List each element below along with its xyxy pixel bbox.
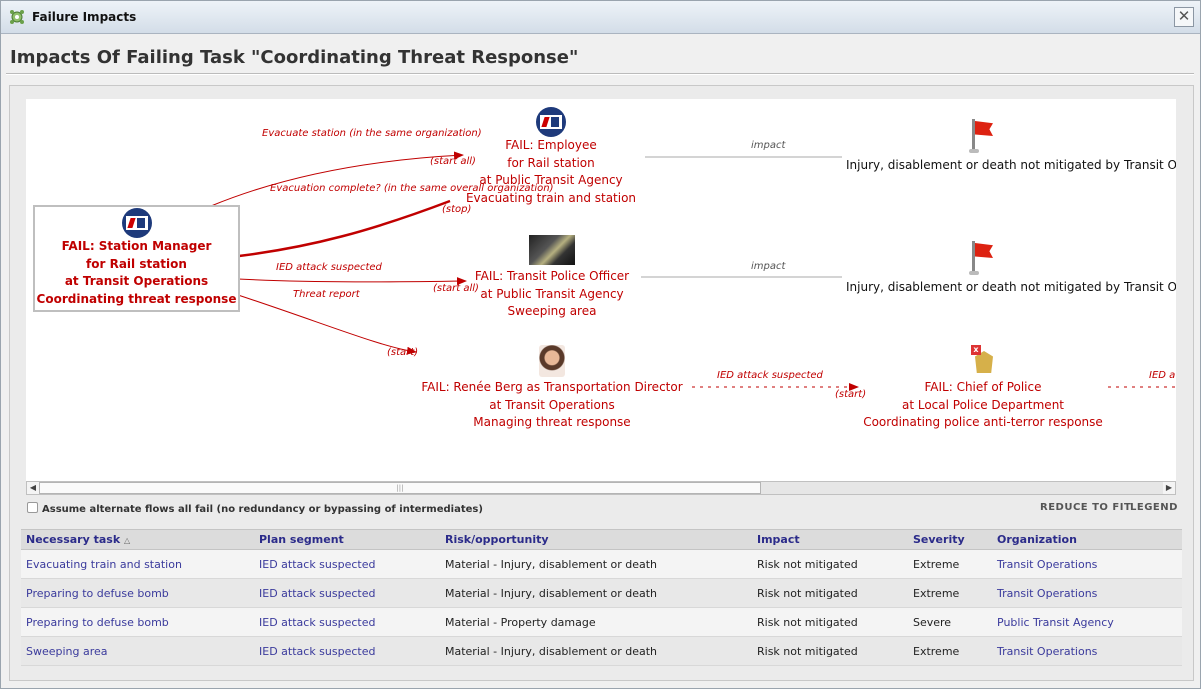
impact-label-2: impact [751, 261, 786, 272]
impact-diagram[interactable]: Evacuate station (in the same organizati… [26, 99, 1176, 481]
impacts-table: Necessary task △ Plan segment Risk/oppor… [21, 529, 1182, 666]
table-row[interactable]: Evacuating train and station IED attack … [21, 549, 1182, 579]
harm-node-2[interactable]: Injury, disablement or death not mitigat… [846, 241, 1176, 296]
column-header-severity[interactable]: Severity [908, 529, 992, 550]
red-flag-icon [969, 241, 995, 275]
edge-label-evacuate-station: Evacuate station (in the same organizati… [262, 128, 482, 139]
police-photo-icon [529, 235, 575, 265]
impact-cell: Risk not mitigated [752, 549, 908, 579]
app-icon [10, 10, 24, 24]
red-flag-icon [969, 119, 995, 153]
severity-cell: Severe [908, 607, 992, 637]
table-row[interactable]: Preparing to defuse bomb IED attack susp… [21, 607, 1182, 637]
column-header-risk-opportunity[interactable]: Risk/opportunity [440, 529, 752, 550]
edge-threat-report [237, 294, 417, 355]
task-link[interactable]: Evacuating train and station [21, 549, 254, 579]
legend-button[interactable]: LEGEND [1130, 502, 1178, 513]
table-row[interactable]: Preparing to defuse bomb IED attack susp… [21, 578, 1182, 608]
organization-link[interactable]: Transit Operations [992, 549, 1182, 579]
police-badge-icon: x [971, 345, 995, 375]
column-header-plan-segment[interactable]: Plan segment [254, 529, 440, 550]
scroll-left-icon[interactable]: ◀ [27, 482, 39, 494]
alternate-flows-label: Assume alternate flows all fail (no redu… [42, 504, 483, 515]
transit-logo-icon [536, 107, 566, 137]
plan-segment-link[interactable]: IED attack suspected [254, 607, 440, 637]
page-title: Impacts Of Failing Task "Coordinating Th… [10, 47, 579, 68]
window-title: Failure Impacts [32, 10, 137, 24]
impact-cell: Risk not mitigated [752, 636, 908, 666]
close-button[interactable]: ✕ [1174, 7, 1194, 27]
edge-ied-attack [237, 277, 467, 286]
edge-evacuation-complete [229, 199, 451, 262]
task-link[interactable]: Preparing to defuse bomb [21, 607, 254, 637]
severity-cell: Extreme [908, 636, 992, 666]
column-header-necessary-task[interactable]: Necessary task △ [21, 529, 254, 550]
diagram-horizontal-scrollbar[interactable]: ◀ ||| ▶ [26, 481, 1176, 495]
title-bar[interactable]: Failure Impacts ✕ [1, 1, 1200, 34]
edge-label-ied-attack-3: IED a [1149, 370, 1176, 381]
node-transit-police-officer[interactable]: FAIL: Transit Police Officer at Public T… [456, 235, 648, 321]
risk-cell: Material - Injury, disablement or death [440, 636, 752, 666]
organization-link[interactable]: Transit Operations [992, 636, 1182, 666]
risk-cell: Material - Injury, disablement or death [440, 549, 752, 579]
impact-label-1: impact [751, 140, 786, 151]
plan-segment-link[interactable]: IED attack suspected [254, 578, 440, 608]
task-link[interactable]: Sweeping area [21, 636, 254, 666]
risk-cell: Material - Property damage [440, 607, 752, 637]
edge-label-ied-attack: IED attack suspected [276, 262, 382, 273]
organization-link[interactable]: Public Transit Agency [992, 607, 1182, 637]
table-row[interactable]: Sweeping area IED attack suspected Mater… [21, 636, 1182, 666]
close-icon: ✕ [1177, 7, 1191, 25]
node-chief-of-police[interactable]: x FAIL: Chief of Police at Local Police … [862, 345, 1104, 432]
reduce-to-fit-button[interactable]: REDUCE TO FIT [1040, 502, 1131, 513]
scroll-thumb[interactable]: ||| [39, 482, 761, 494]
person-avatar-icon [539, 345, 565, 377]
title-divider [6, 73, 1194, 75]
node-transportation-director[interactable]: FAIL: Renée Berg as Transportation Direc… [414, 345, 690, 432]
edge-label-ied-attack-2: IED attack suspected [717, 370, 823, 381]
column-header-impact[interactable]: Impact [752, 529, 908, 550]
table-header-row: Necessary task △ Plan segment Risk/oppor… [21, 529, 1182, 550]
task-link[interactable]: Preparing to defuse bomb [21, 578, 254, 608]
organization-link[interactable]: Transit Operations [992, 578, 1182, 608]
alternate-flows-checkbox[interactable] [27, 502, 38, 513]
transit-logo-icon [121, 208, 152, 238]
impact-cell: Risk not mitigated [752, 578, 908, 608]
sort-ascending-icon: △ [123, 536, 131, 545]
harm-node-1[interactable]: Injury, disablement or death not mitigat… [846, 119, 1176, 174]
alternate-flows-option[interactable]: Assume alternate flows all fail (no redu… [27, 502, 483, 515]
node-station-manager[interactable]: FAIL: Station Manager for Rail station a… [33, 205, 240, 312]
failure-impacts-window: Failure Impacts ✕ Impacts Of Failing Tas… [0, 0, 1201, 689]
impact-cell: Risk not mitigated [752, 607, 908, 637]
risk-cell: Material - Injury, disablement or death [440, 578, 752, 608]
severity-cell: Extreme [908, 578, 992, 608]
column-header-organization[interactable]: Organization [992, 529, 1182, 550]
edge-label-threat-report: Threat report [293, 289, 360, 300]
plan-segment-link[interactable]: IED attack suspected [254, 636, 440, 666]
edge-label-evacuation-complete: Evacuation complete? (in the same overal… [270, 183, 554, 194]
plan-segment-link[interactable]: IED attack suspected [254, 549, 440, 579]
node-employee[interactable]: FAIL: Employee for Rail station at Publi… [451, 107, 651, 207]
severity-cell: Extreme [908, 549, 992, 579]
scroll-right-icon[interactable]: ▶ [1163, 482, 1175, 494]
